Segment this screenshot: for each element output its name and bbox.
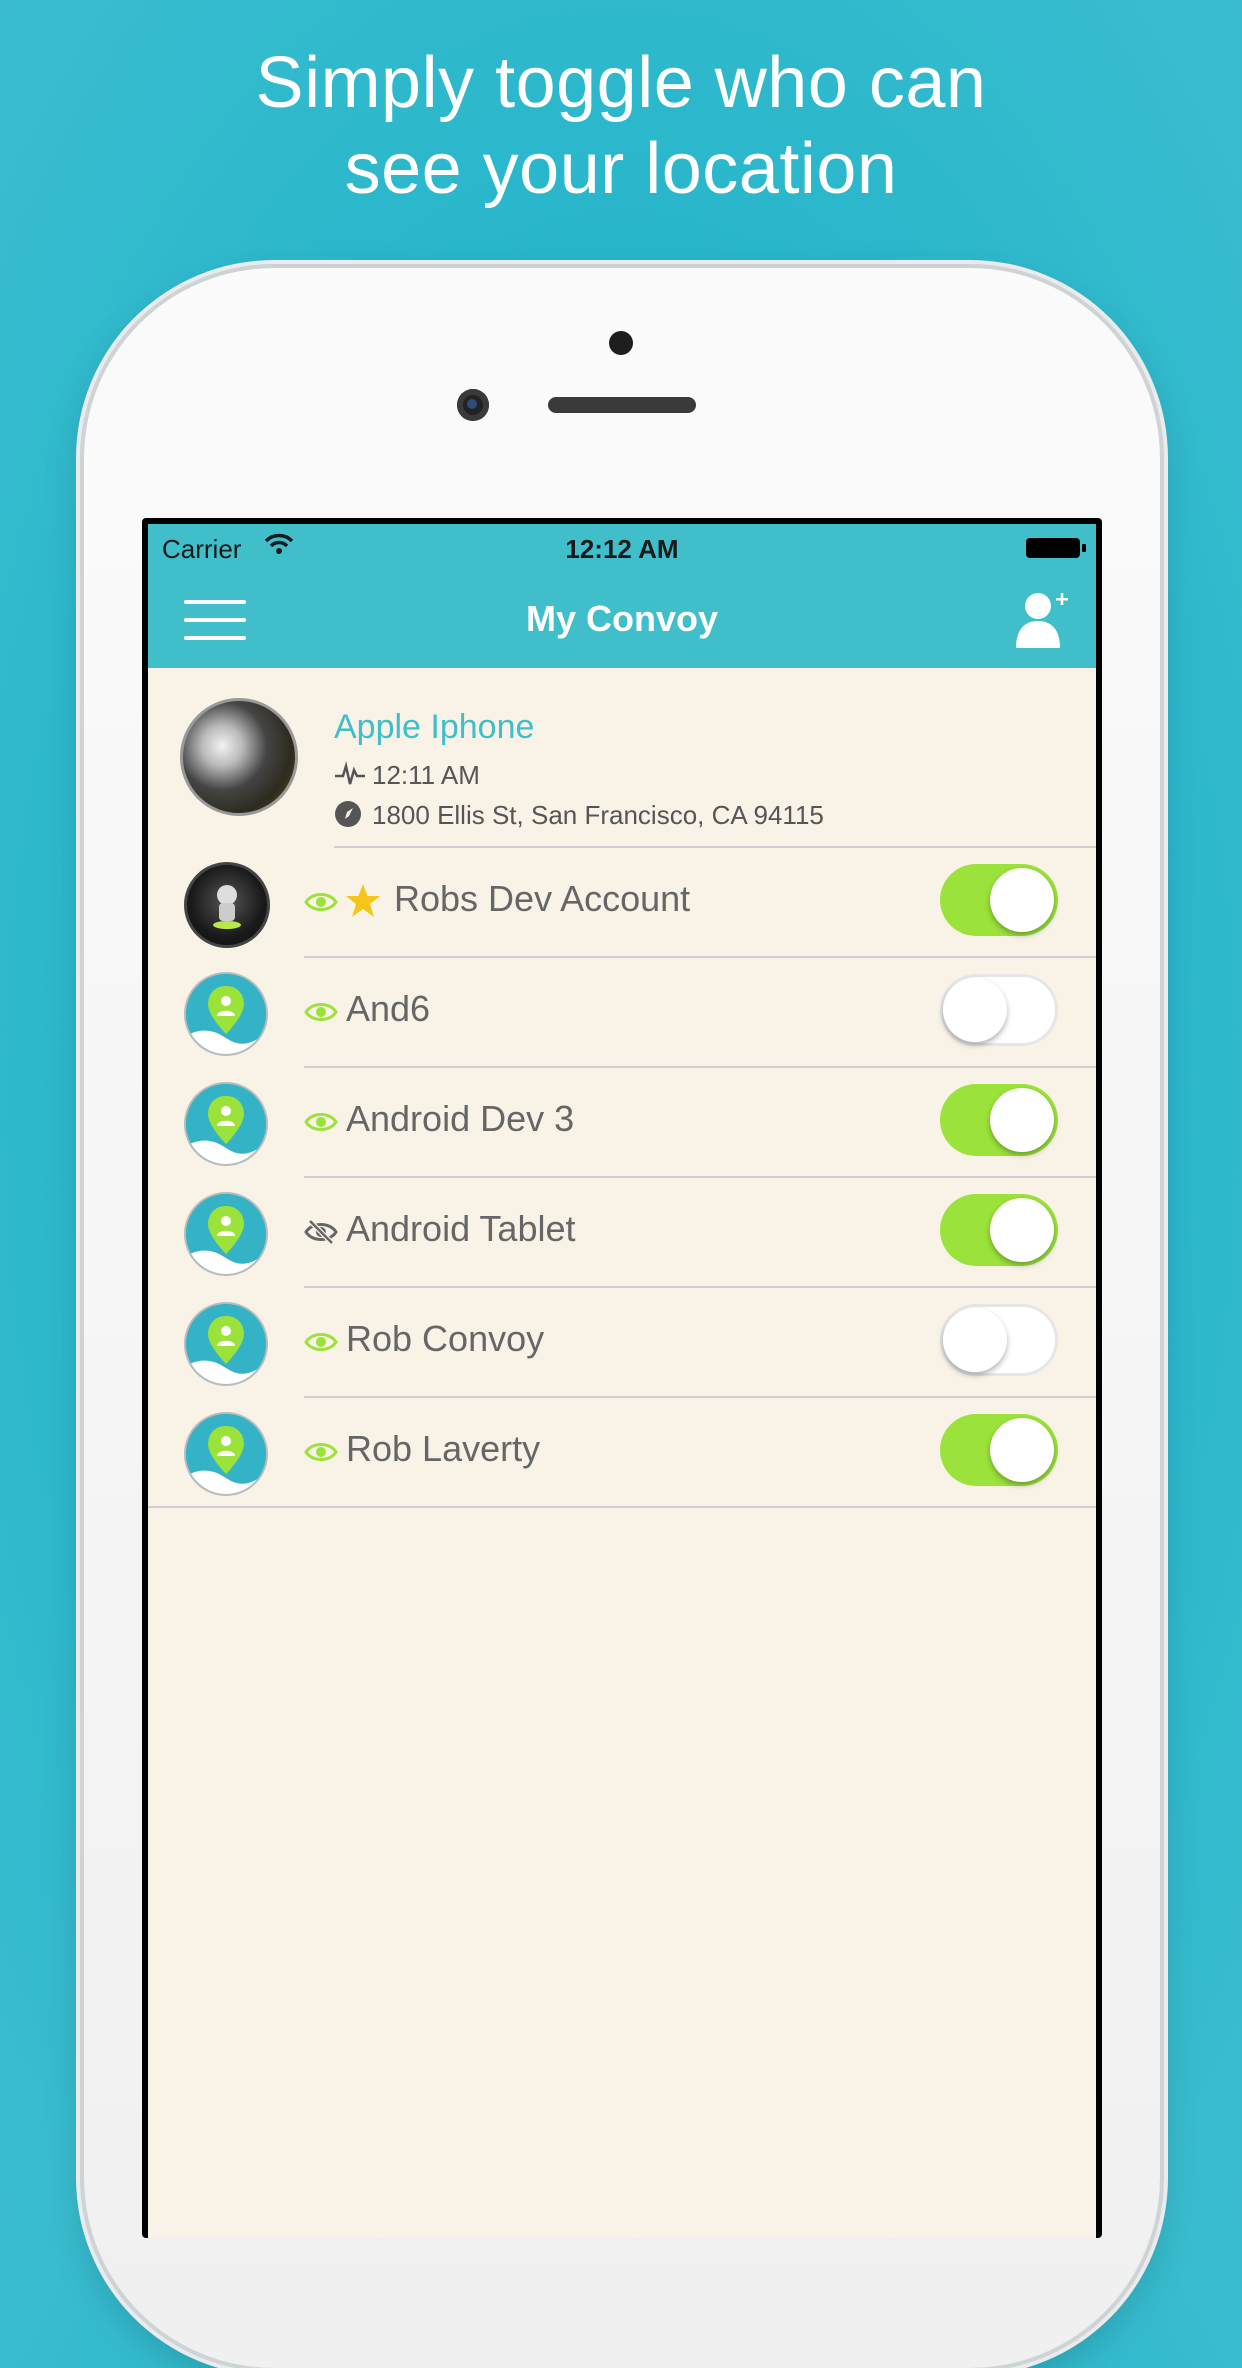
contact-avatar: [184, 1082, 268, 1166]
compass-icon: [335, 801, 361, 827]
contact-avatar: [184, 1302, 268, 1386]
profile-address-text: 1800 Ellis St, San Francisco, CA 94115: [372, 800, 824, 830]
list-item[interactable]: Android Dev 3: [148, 1068, 1096, 1178]
divider: [148, 1506, 1096, 1508]
visible-eye-icon[interactable]: [304, 1000, 338, 1024]
star-icon: [346, 884, 380, 917]
location-sharing-toggle[interactable]: [940, 1414, 1058, 1486]
profile-avatar: [180, 698, 298, 816]
list-item[interactable]: Android Tablet: [148, 1178, 1096, 1288]
visible-eye-icon[interactable]: [304, 890, 338, 914]
location-sharing-toggle[interactable]: [940, 974, 1058, 1046]
mute-switch: [76, 530, 84, 612]
list-item[interactable]: Robs Dev Account: [148, 848, 1096, 958]
contact-avatar: [184, 972, 268, 1056]
profile-name: Apple Iphone: [334, 708, 535, 746]
map-pin-icon: [186, 1084, 266, 1164]
volume-up-button: [76, 690, 84, 830]
visible-eye-icon[interactable]: [304, 1330, 338, 1354]
page-title: My Convoy: [525, 598, 719, 639]
headline-line-1: Simply toggle who can: [255, 43, 987, 123]
location-sharing-toggle[interactable]: [940, 1084, 1058, 1156]
map-pin-icon: [186, 1414, 266, 1494]
phone-screen: Carrier 12:12 AM My Convoy Apple Iphone …: [142, 518, 1102, 2238]
location-sharing-toggle[interactable]: [940, 1304, 1058, 1376]
astronaut-icon: [213, 885, 241, 929]
map-pin-icon: [186, 1304, 266, 1384]
power-button: [1160, 690, 1168, 830]
contact-name: Robs Dev Account: [394, 878, 691, 919]
headline: Simply toggle who can see your location: [0, 40, 1242, 212]
proximity-sensor: [609, 331, 633, 355]
headline-line-2: see your location: [344, 129, 898, 209]
activity-pulse-icon: [335, 761, 365, 785]
map-pin-icon: [186, 974, 266, 1054]
location-sharing-toggle[interactable]: [940, 864, 1058, 936]
contact-name: And6: [346, 988, 431, 1029]
app-screen: Carrier 12:12 AM My Convoy Apple Iphone …: [148, 524, 1096, 2238]
visible-eye-icon[interactable]: [304, 1110, 338, 1134]
visible-eye-icon[interactable]: [304, 1440, 338, 1464]
battery-icon: [1026, 538, 1086, 558]
volume-down-button: [76, 870, 84, 1010]
contact-name: Rob Laverty: [346, 1428, 541, 1469]
contact-list: Robs Dev Account And6 Android Dev 3 Andr…: [148, 848, 1096, 1508]
hidden-eye-icon[interactable]: [304, 1220, 338, 1244]
contact-name: Android Tablet: [346, 1208, 576, 1249]
contact-avatar: [184, 1412, 268, 1496]
contact-avatar: [184, 862, 270, 948]
profile-last-update: 12:11 AM: [334, 760, 480, 791]
contact-name: Rob Convoy: [346, 1318, 545, 1359]
status-time: 12:12 AM: [565, 534, 679, 564]
profile-time-text: 12:11 AM: [372, 760, 480, 790]
earpiece-speaker: [548, 397, 696, 413]
own-profile[interactable]: Apple Iphone 12:11 AM 1800 Ellis St, San…: [148, 668, 1096, 848]
add-user-icon[interactable]: [1012, 588, 1072, 650]
contact-avatar: [184, 1192, 268, 1276]
front-camera: [457, 389, 489, 421]
profile-address: 1800 Ellis St, San Francisco, CA 94115: [334, 800, 824, 831]
location-sharing-toggle[interactable]: [940, 1194, 1058, 1266]
list-item[interactable]: And6: [148, 958, 1096, 1068]
navigation-bar: My Convoy: [148, 572, 1096, 668]
status-bar: Carrier 12:12 AM: [148, 524, 1096, 572]
list-item[interactable]: Rob Convoy: [148, 1288, 1096, 1398]
contact-name: Android Dev 3: [346, 1098, 575, 1139]
list-item[interactable]: Rob Laverty: [148, 1398, 1096, 1508]
map-pin-icon: [186, 1194, 266, 1274]
